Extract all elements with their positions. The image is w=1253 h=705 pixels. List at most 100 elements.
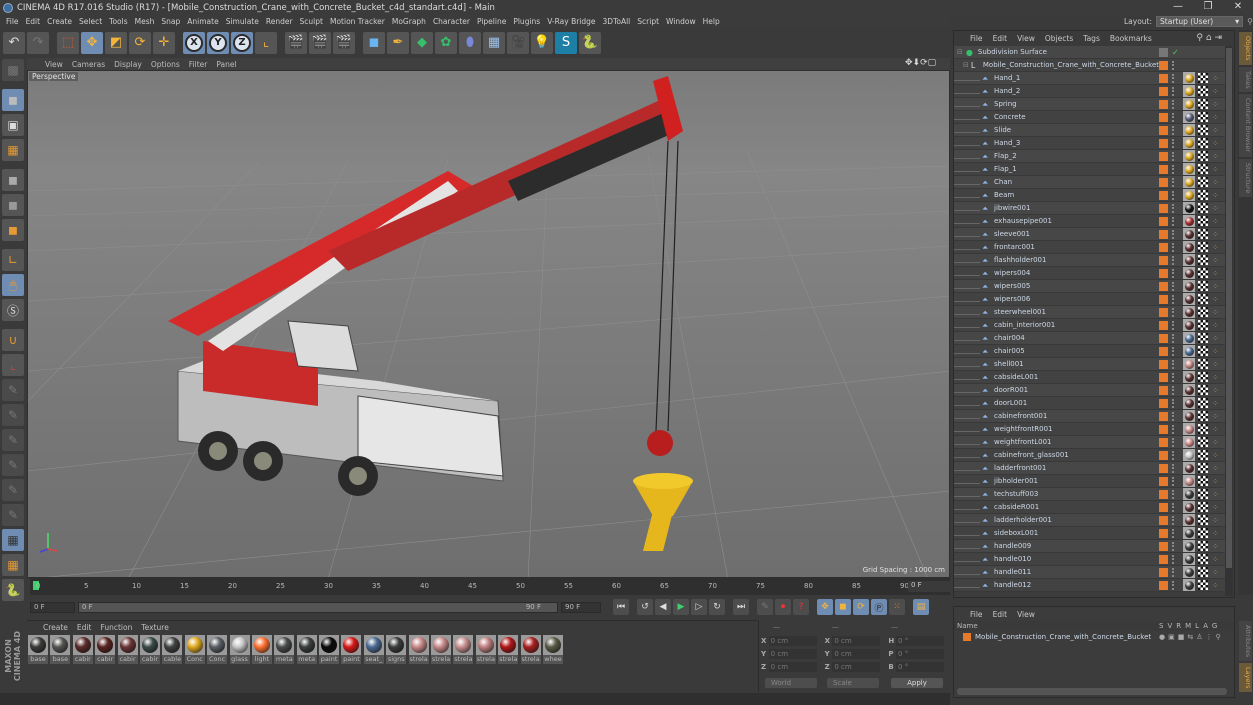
layer-swatch[interactable] xyxy=(1159,138,1168,148)
material-tag-icon[interactable] xyxy=(1183,293,1195,305)
phong-tag-icon[interactable]: ⁘ xyxy=(1212,178,1219,187)
edges-mode-icon[interactable]: ◼ xyxy=(2,194,24,216)
visibility-dots[interactable] xyxy=(1172,528,1175,538)
end-frame-field[interactable]: 90 F xyxy=(561,601,601,613)
x-axis-toggle[interactable]: X xyxy=(183,31,205,54)
visibility-dots[interactable] xyxy=(1172,359,1175,369)
phong-tag-icon[interactable]: ⁘ xyxy=(1212,503,1219,512)
material-tag-icon[interactable] xyxy=(1183,176,1195,188)
material-tag-icon[interactable] xyxy=(1183,202,1195,214)
phong-tag-icon[interactable]: ⁘ xyxy=(1212,74,1219,83)
visibility-dots[interactable] xyxy=(1172,385,1175,395)
sculpt-brush-2-icon[interactable]: ✎ xyxy=(2,404,24,426)
object-manager-search-icon[interactable]: ⚲ ⌂ ⇥ xyxy=(1196,33,1222,43)
viewport-menu-filter[interactable]: Filter xyxy=(189,60,208,69)
visibility-dots[interactable] xyxy=(1172,60,1175,70)
menu-file[interactable]: File xyxy=(6,17,19,26)
rotation-field[interactable]: 0 ° xyxy=(896,635,945,646)
uvw-tag-icon[interactable] xyxy=(1198,346,1208,356)
uvw-tag-icon[interactable] xyxy=(1198,73,1208,83)
cloner-icon[interactable]: ✿ xyxy=(435,31,457,54)
phong-tag-icon[interactable]: ⁘ xyxy=(1212,425,1219,434)
uvw-tag-icon[interactable] xyxy=(1198,99,1208,109)
object-row[interactable]: ⏶ cabsideL001 ⁘ xyxy=(954,371,1226,384)
object-row[interactable]: ⏶ Concrete ⁘ xyxy=(954,111,1226,124)
object-manager-scrollbar[interactable] xyxy=(1225,46,1233,596)
menu-tools[interactable]: Tools xyxy=(109,17,127,26)
material-swatch[interactable]: cable xyxy=(162,635,183,664)
sculpt-brush-5-icon[interactable]: ✎ xyxy=(2,479,24,501)
uvw-tag-icon[interactable] xyxy=(1198,424,1208,434)
material-swatch[interactable]: meta xyxy=(296,635,317,664)
object-row[interactable]: ⏶ handle010 ⁘ xyxy=(954,553,1226,566)
material-swatch[interactable]: cabir xyxy=(72,635,93,664)
layer-swatch[interactable] xyxy=(1159,385,1168,395)
material-tag-icon[interactable] xyxy=(1183,306,1195,318)
last-tool-icon[interactable]: ✛ xyxy=(153,31,175,54)
material-swatch[interactable]: strela xyxy=(408,635,429,664)
live-selection-icon[interactable]: ⬚ xyxy=(57,31,79,54)
phong-tag-icon[interactable]: ⁘ xyxy=(1212,347,1219,356)
material-menu-function[interactable]: Function xyxy=(100,623,132,632)
visibility-dots[interactable] xyxy=(1172,580,1175,590)
size-field[interactable]: 0 cm xyxy=(832,648,881,659)
object-row[interactable]: ⏶ techstuff003 ⁘ xyxy=(954,488,1226,501)
uvw-tag-icon[interactable] xyxy=(1198,450,1208,460)
python-script-icon[interactable]: 🐍 xyxy=(2,579,24,601)
phong-tag-icon[interactable]: ⁘ xyxy=(1212,373,1219,382)
tab-objects[interactable]: Objects xyxy=(1239,32,1252,65)
phong-tag-icon[interactable]: ⁘ xyxy=(1212,451,1219,460)
material-swatch[interactable]: cabir xyxy=(117,635,138,664)
visibility-dots[interactable] xyxy=(1172,463,1175,473)
layer-swatch[interactable] xyxy=(1159,567,1168,577)
material-tag-icon[interactable] xyxy=(1183,111,1195,123)
object-row[interactable]: ⏶ Chan ⁘ xyxy=(954,176,1226,189)
visibility-dots[interactable] xyxy=(1172,125,1175,135)
light-icon[interactable]: 💡 xyxy=(531,31,553,54)
current-frame-field[interactable]: 0 F xyxy=(908,581,950,592)
phong-tag-icon[interactable]: ⁘ xyxy=(1212,490,1219,499)
uvw-tag-icon[interactable] xyxy=(1198,138,1208,148)
layer-swatch[interactable] xyxy=(1159,73,1168,83)
material-tag-icon[interactable] xyxy=(1183,319,1195,331)
visibility-dots[interactable] xyxy=(1172,190,1175,200)
viewport-menu-display[interactable]: Display xyxy=(114,60,142,69)
sculpt-brush-6-icon[interactable]: ✎ xyxy=(2,504,24,526)
previous-frame-icon[interactable]: ◀ xyxy=(655,599,671,615)
render-settings-icon[interactable]: 🎬 xyxy=(333,31,355,54)
3d-viewport[interactable]: Perspective Grid Spacing : 1000 cm xyxy=(27,70,950,578)
keyframe-selection-icon[interactable]: ? xyxy=(793,599,809,615)
material-swatch[interactable]: light xyxy=(251,635,272,664)
layer-swatch[interactable] xyxy=(1159,333,1168,343)
layer-row[interactable]: Mobile_Construction_Crane_with_Concrete_… xyxy=(954,631,1234,643)
object-row[interactable]: ⏶ flashholder001 ⁘ xyxy=(954,254,1226,267)
material-tag-icon[interactable] xyxy=(1183,410,1195,422)
menu-animate[interactable]: Animate xyxy=(187,17,218,26)
menu-edit[interactable]: Edit xyxy=(26,17,41,26)
visibility-dots[interactable] xyxy=(1172,242,1175,252)
phong-tag-icon[interactable]: ⁘ xyxy=(1212,581,1219,590)
phong-tag-icon[interactable]: ⁘ xyxy=(1212,217,1219,226)
object-row[interactable]: ⏶ Hand_3 ⁘ xyxy=(954,137,1226,150)
phong-tag-icon[interactable]: ⁘ xyxy=(1212,230,1219,239)
object-row[interactable]: ⏶ Hand_1 ⁘ xyxy=(954,72,1226,85)
material-tag-icon[interactable] xyxy=(1183,345,1195,357)
workplane-mode-icon[interactable]: ▦ xyxy=(2,139,24,161)
material-swatch[interactable]: strela xyxy=(475,635,496,664)
object-row[interactable]: ⏶ jibholder001 ⁘ xyxy=(954,475,1226,488)
uvw-tag-icon[interactable] xyxy=(1198,255,1208,265)
layer-swatch[interactable] xyxy=(1159,86,1168,96)
visibility-dots[interactable] xyxy=(1172,177,1175,187)
floor-icon[interactable]: ▦ xyxy=(483,31,505,54)
object-row[interactable]: ⏶ cabin_interior001 ⁘ xyxy=(954,319,1226,332)
timeline-layout-icon[interactable]: ▤ xyxy=(913,599,929,615)
layer-swatch[interactable] xyxy=(1159,112,1168,122)
material-swatch[interactable]: strela xyxy=(431,635,452,664)
uvw-tag-icon[interactable] xyxy=(1198,164,1208,174)
apply-button[interactable]: Apply xyxy=(891,677,943,688)
material-menu-edit[interactable]: Edit xyxy=(77,623,92,632)
key-scale-icon[interactable]: ◼ xyxy=(835,599,851,615)
layer-swatch[interactable] xyxy=(1159,489,1168,499)
om-menu-file[interactable]: File xyxy=(970,34,983,43)
visibility-dots[interactable] xyxy=(1172,320,1175,330)
